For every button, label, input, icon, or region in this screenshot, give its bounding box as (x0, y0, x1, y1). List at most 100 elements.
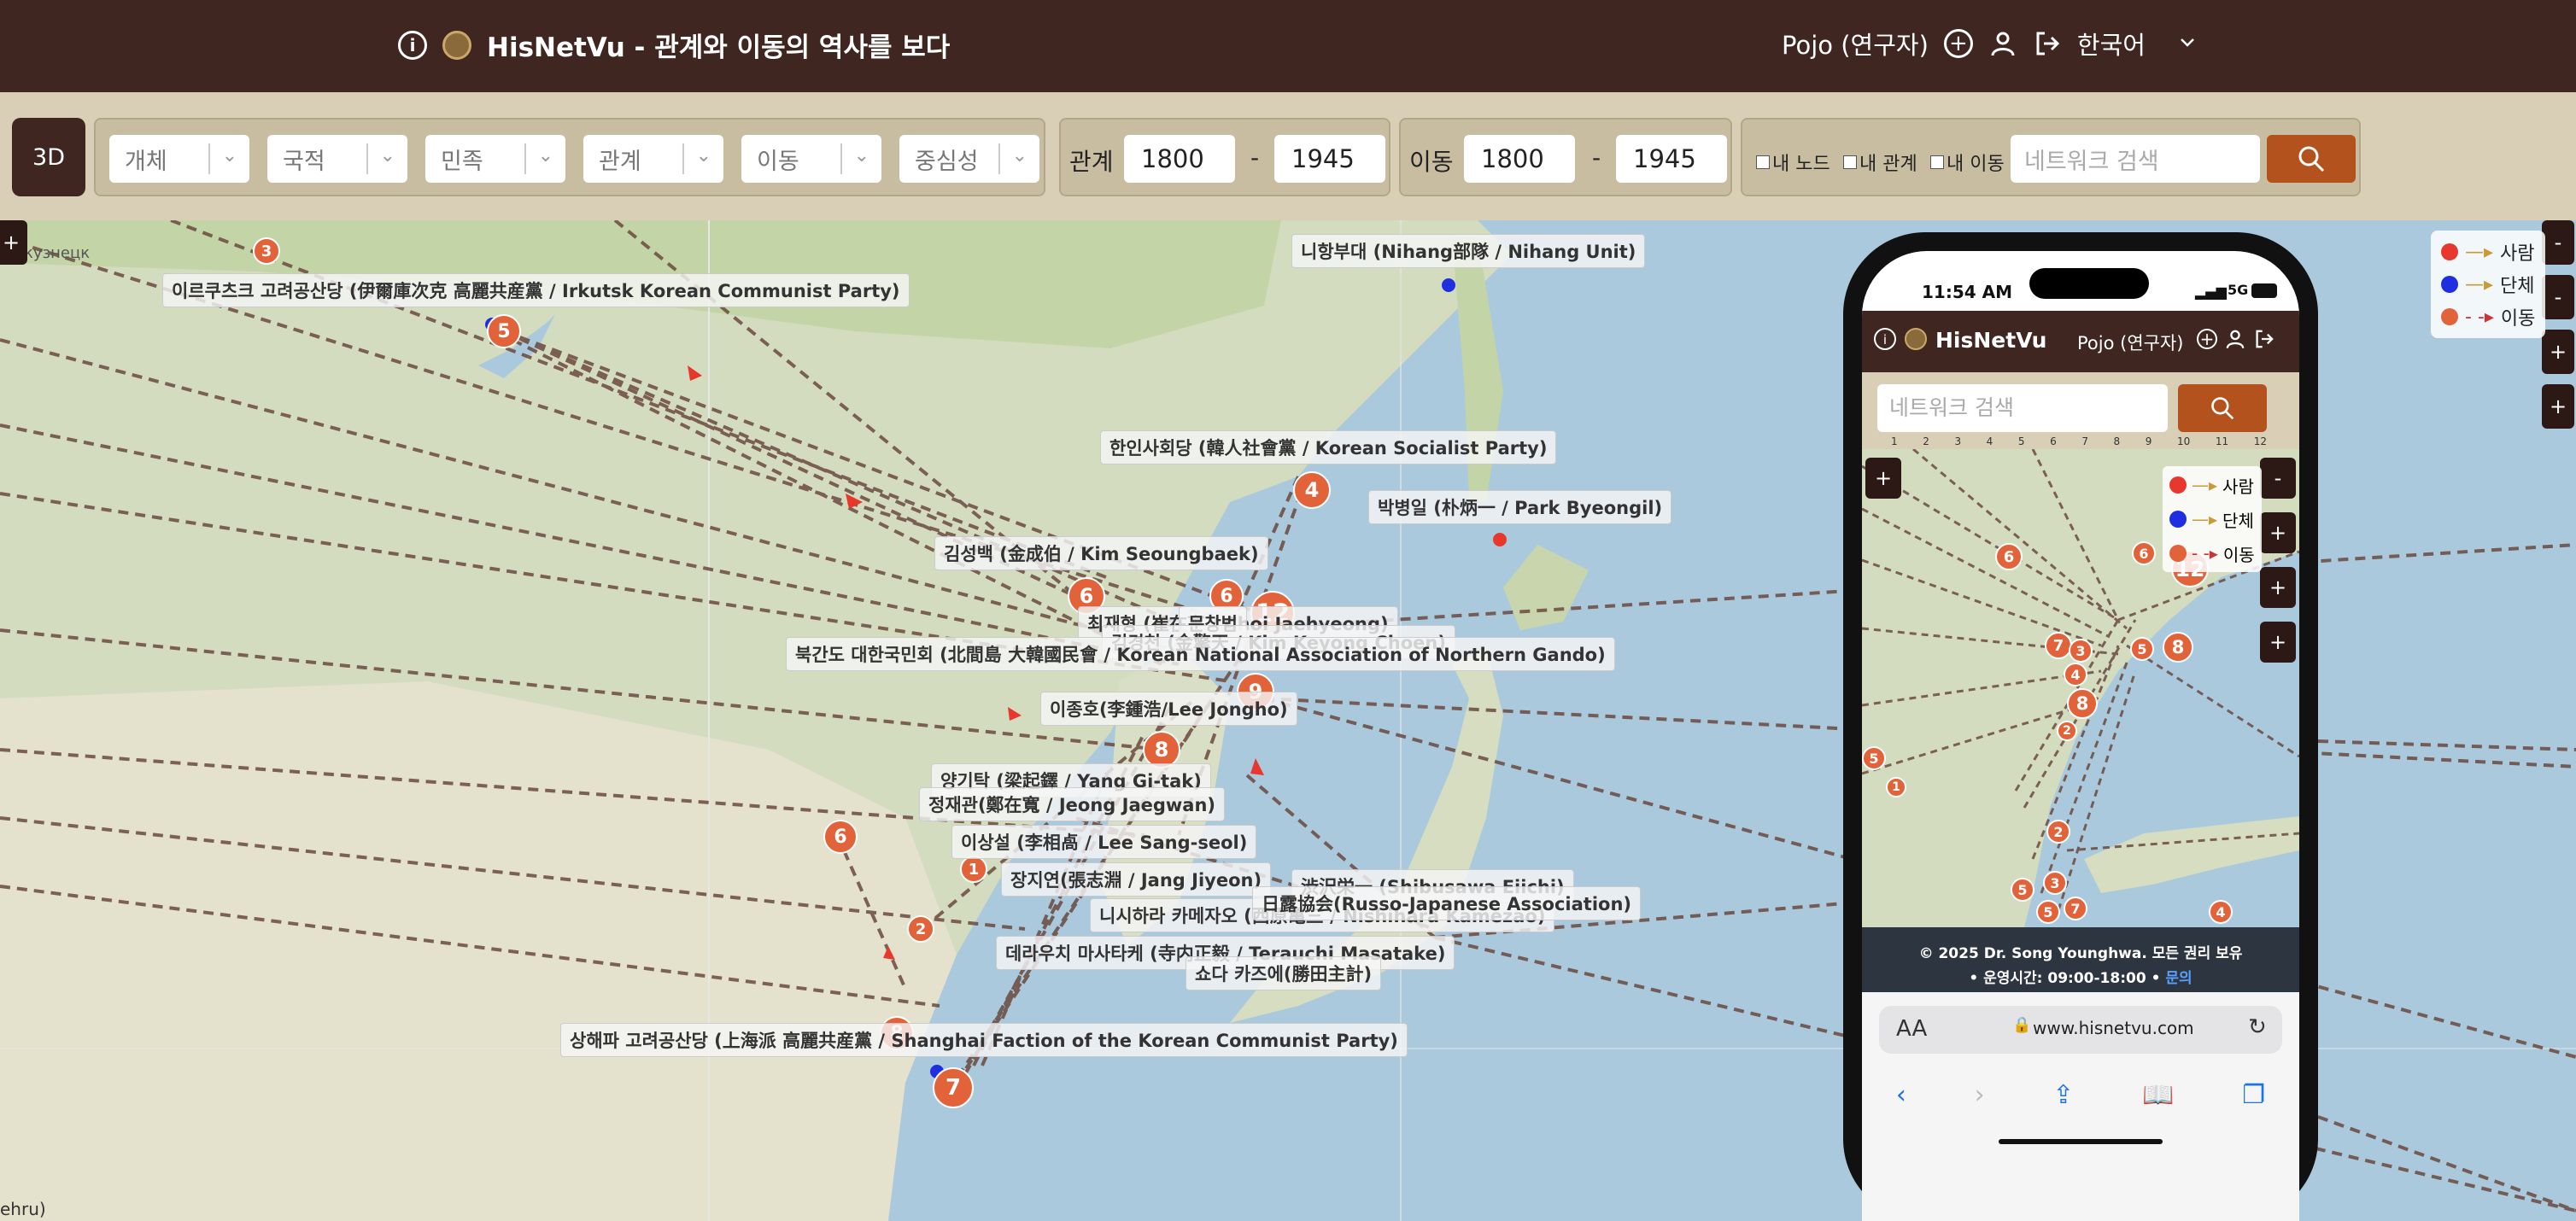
cluster-marker[interactable]: 6 (823, 820, 858, 854)
network-search-input[interactable]: 네트워크 검색 (2011, 135, 2260, 183)
phone-zoom-button[interactable]: + (2260, 567, 2296, 608)
map-node-label[interactable]: 한인사회당 (韓人社會黨 / Korean Socialist Party) (1100, 430, 1557, 464)
map-node-label[interactable]: 이종호(李鍾浩/Lee Jongho) (1040, 692, 1297, 726)
filter-select-relation[interactable]: 관계 ⌄ (583, 135, 723, 183)
phone-cluster-marker[interactable]: 6 (1995, 543, 2023, 570)
info-icon[interactable]: i (398, 30, 427, 60)
cluster-marker[interactable]: 4 (1293, 471, 1331, 509)
map-node-label[interactable]: 상해파 고려공산당 (上海派 高麗共産黨 / Shanghai Faction … (560, 1023, 1408, 1057)
map-node-label[interactable]: 김성백 (金成伯 / Kim Seoungbaek) (934, 536, 1268, 570)
phone-search-button[interactable] (2178, 384, 2267, 432)
phone-cluster-marker[interactable]: 3 (2069, 639, 2093, 663)
map-node-label[interactable]: 박병일 (朴炳一 / Park Byeongil) (1368, 490, 1672, 524)
movement-to-input[interactable]: 1945 (1616, 135, 1727, 183)
user-icon[interactable] (1988, 29, 2017, 58)
relation-from-input[interactable]: 1800 (1124, 135, 1235, 183)
phone-user-label[interactable]: Pojo (연구자) (2077, 330, 2183, 355)
phone-cluster-marker[interactable]: 2 (2046, 820, 2070, 844)
phone-cluster-marker[interactable]: 5 (2011, 878, 2034, 902)
cluster-marker[interactable]: 5 (487, 314, 521, 348)
info-icon[interactable]: i (1874, 328, 1896, 350)
chevron-down-icon[interactable] (2161, 35, 2195, 52)
filter-select-nationality[interactable]: 국적 ⌄ (267, 135, 407, 183)
cluster-marker[interactable]: 2 (907, 915, 934, 943)
text-size-button[interactable]: AA (1896, 1016, 1927, 1042)
phone-zoom-button[interactable]: + (2260, 622, 2296, 663)
share-icon[interactable]: ⇪ (2052, 1080, 2074, 1110)
phone-app-title[interactable]: HisNetVu (1935, 328, 2046, 353)
phone-zoom-button[interactable]: - (2260, 458, 2296, 499)
map-node-label[interactable]: 북간도 대한국민회 (北間島 大韓國民會 / Korean National A… (786, 637, 1615, 671)
cluster-marker[interactable]: 3 (253, 237, 280, 265)
contact-link[interactable]: 문의 (2165, 970, 2192, 987)
phone-cluster-marker[interactable]: 8 (2067, 688, 2098, 719)
logout-icon[interactable] (2253, 328, 2275, 350)
3d-toggle-button[interactable]: 3D (12, 118, 85, 196)
app-title[interactable]: HisNetVu - 관계와 이동의 역사를 보다 (487, 26, 950, 64)
back-icon[interactable]: ‹ (1896, 1080, 1906, 1110)
phone-cluster-marker[interactable]: 5 (2036, 900, 2060, 924)
zoom-control-button[interactable]: - (2542, 220, 2574, 265)
zoom-control-button[interactable]: + (2542, 384, 2574, 429)
user-label[interactable]: Pojo (연구자) (1782, 26, 1929, 61)
phone-zoom-in-button[interactable]: + (1865, 458, 1901, 499)
language-select[interactable]: 한국어 (2077, 26, 2146, 61)
phone-cluster-marker[interactable]: 2 (2057, 721, 2077, 741)
cluster-marker[interactable]: 7 (933, 1067, 974, 1108)
reload-icon[interactable]: ↻ (2248, 1014, 2267, 1040)
phone-search-input[interactable]: 네트워크 검색 (1877, 384, 2168, 432)
top-header: i HisNetVu - 관계와 이동의 역사를 보다 Pojo (연구자) +… (0, 0, 2576, 92)
forward-icon[interactable]: › (1975, 1080, 1985, 1110)
cluster-marker[interactable]: 1 (960, 856, 987, 883)
map-node-label[interactable]: 日露協会(Russo-Japanese Association) (1252, 886, 1642, 920)
phone-cluster-marker[interactable]: 1 (1886, 777, 1906, 797)
my-movements-checkbox[interactable]: 내 이동 (1930, 149, 2005, 176)
add-icon[interactable]: + (1943, 29, 1973, 58)
tabs-icon[interactable]: ❐ (2242, 1080, 2265, 1110)
map-node-label[interactable]: 정재관(鄭在寬 / Jeong Jaegwan) (919, 787, 1226, 821)
zoom-control-button[interactable]: - (2542, 275, 2574, 319)
checkbox-box[interactable] (1843, 155, 1857, 169)
phone-map[interactable]: 66127345885212535714 + - + + + —▸사람 —▸단체… (1862, 449, 2299, 927)
map-node-label[interactable]: 이상설 (李相卨 / Lee Sang-seol) (951, 825, 1257, 859)
phone-cluster-marker[interactable]: 6 (2132, 541, 2156, 565)
logout-icon[interactable] (2033, 29, 2062, 58)
relation-to-input[interactable]: 1945 (1274, 135, 1385, 183)
search-icon (2298, 146, 2325, 172)
phone-cluster-marker[interactable]: 4 (2064, 663, 2087, 686)
search-button[interactable] (2267, 135, 2356, 183)
phone-cluster-marker[interactable]: 7 (2064, 897, 2087, 920)
filter-select-movement[interactable]: 이동 ⌄ (741, 135, 881, 183)
phone-cluster-marker[interactable]: 5 (2130, 637, 2154, 661)
checkbox-box[interactable] (1756, 155, 1770, 169)
phone-cluster-marker[interactable]: 3 (2043, 871, 2067, 895)
my-nodes-checkbox[interactable]: 내 노드 (1756, 149, 1830, 176)
map-node-label[interactable]: 쇼다 카즈에(勝田主計) (1186, 956, 1382, 990)
map-legend: —▸ 사람 —▸ 단체 - -▸ 이동 (2431, 231, 2546, 338)
phone-zoom-button[interactable]: + (2260, 512, 2296, 553)
user-icon[interactable] (2224, 328, 2246, 350)
map-node-label[interactable]: 이르쿠츠크 고려공산당 (伊爾庫次克 高麗共産黨 / Irkutsk Korea… (162, 273, 910, 307)
safari-address-bar[interactable]: AA 🔒 www.hisnetvu.com ↻ (1879, 1006, 2282, 1054)
map-node-label[interactable]: 니항부대 (Nihang部隊 / Nihang Unit) (1291, 234, 1646, 268)
checkbox-box[interactable] (1930, 155, 1944, 169)
add-icon[interactable]: + (2197, 329, 2217, 349)
phone-cluster-marker[interactable]: 7 (2045, 632, 2072, 659)
filter-select-ethnicity[interactable]: 민족 ⌄ (425, 135, 565, 183)
phone-cluster-marker[interactable]: 5 (1862, 746, 1886, 770)
map-node-label[interactable]: 장지연(張志淵 / Jang Jiyeon) (1001, 862, 1272, 897)
zoom-control-button[interactable]: + (2542, 330, 2574, 374)
phone-cluster-marker[interactable]: 8 (2163, 632, 2193, 663)
my-relations-checkbox[interactable]: 내 관계 (1843, 149, 1917, 176)
safari-url[interactable]: www.hisnetvu.com (2033, 1018, 2194, 1038)
organization-node[interactable] (1442, 278, 1455, 292)
bookmarks-icon[interactable]: 📖 (2142, 1080, 2174, 1110)
filter-select-centrality[interactable]: 중심성 ⌄ (899, 135, 1039, 183)
phone-screen: 11:54 AM ▂▄▆ 5G i HisNetVu Pojo (연구자) + … (1862, 251, 2299, 1221)
filter-select-entity[interactable]: 개체 ⌄ (109, 135, 249, 183)
phone-search-bar: 네트워크 검색 1 2 3 4 5 6 7 8 9 10 11 12 (1862, 372, 2299, 449)
phone-cluster-marker[interactable]: 4 (2209, 900, 2233, 924)
person-node[interactable] (1493, 533, 1507, 546)
zoom-in-button[interactable]: + (0, 220, 27, 265)
movement-from-input[interactable]: 1800 (1464, 135, 1575, 183)
